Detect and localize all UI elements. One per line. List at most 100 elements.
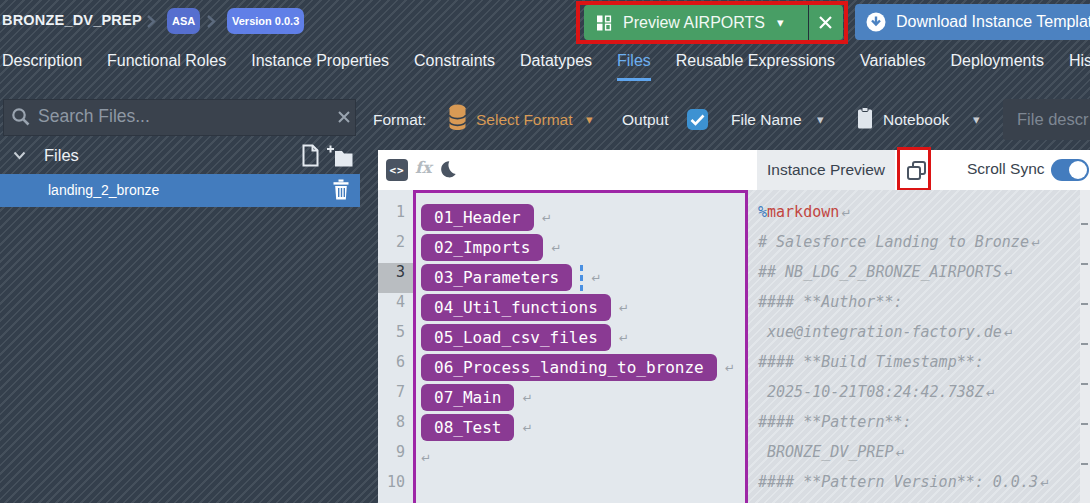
breadcrumb-chevron-icon	[146, 14, 156, 29]
line-number-2: 2	[378, 233, 413, 263]
line-number-3: 3	[378, 263, 413, 293]
tab-datatypes[interactable]: Datatypes	[520, 50, 592, 81]
cell-pill-06_process_landing_to_bronze[interactable]: 06_Process_landing_to_bronze	[421, 354, 717, 381]
clipboard-icon	[857, 107, 873, 129]
scroll-sync-toggle[interactable]	[1051, 159, 1089, 181]
preview-line-2: # Salesforce Landing to Bronze↵	[758, 233, 1041, 263]
chevron-down-icon: ▾	[973, 112, 980, 127]
code-line-2: 02_Imports ↵	[421, 234, 561, 261]
tab-constraints[interactable]: Constraints	[414, 50, 495, 81]
cell-pill-05_load_csv_files[interactable]: 05_Load_csv_files	[421, 324, 611, 351]
preview-token: #### **Pattern Version**: 0.0.3	[758, 473, 1038, 491]
file-name-dropdown[interactable]: File Name	[731, 111, 802, 129]
code-line-6: 06_Process_landing_to_bronze ↵	[421, 354, 735, 381]
return-symbol: ↵	[725, 361, 735, 375]
download-instance-template-button[interactable]: Download Instance Template	[855, 4, 1090, 40]
scrollbar-mark	[1081, 423, 1088, 425]
scrollbar-mark	[1081, 343, 1088, 345]
line-number-9: 9	[378, 443, 413, 473]
select-format-dropdown[interactable]: Select Format	[476, 111, 572, 129]
files-tree-root[interactable]: Files	[44, 146, 79, 165]
new-file-icon[interactable]	[301, 144, 320, 167]
return-symbol: ↵	[841, 206, 851, 220]
scrollbar-mark	[1081, 463, 1088, 465]
cell-pill-03_parameters[interactable]: 03_Parameters	[421, 264, 572, 291]
file-description-placeholder: File descr	[1017, 110, 1089, 129]
preview-line-7: 2025-10-21T08:24:42.738Z↵	[758, 383, 996, 413]
download-icon	[865, 11, 887, 33]
preview-scrollbar[interactable]	[1080, 190, 1090, 503]
new-folder-icon[interactable]	[326, 145, 353, 167]
badge-version: Version 0.0.3	[227, 8, 304, 34]
chevron-down-icon: ▾	[586, 112, 593, 127]
return-symbol: ↵	[895, 446, 905, 460]
return-symbol: ↵	[1004, 266, 1014, 280]
cell-pill-04_util_functions[interactable]: 04_Util_functions	[421, 294, 611, 321]
preview-token: 2025-10-21T08:24:42.738Z	[758, 383, 984, 401]
function-icon[interactable]: fx	[415, 158, 431, 177]
dark-mode-moon-icon[interactable]	[437, 159, 458, 180]
cell-pill-01_header[interactable]: 01_Header	[421, 204, 534, 231]
scrollbar-mark	[1081, 383, 1088, 385]
breadcrumb-title[interactable]: BRONZE_DV_PREP	[2, 12, 142, 28]
preview-token: BRONZE_DV_PREP	[758, 443, 893, 461]
tab-functional-roles[interactable]: Functional Roles	[107, 50, 226, 81]
notebook-dropdown[interactable]: Notebook	[883, 111, 949, 129]
preview-token: #### **Build Timestamp**:	[758, 353, 984, 371]
trash-icon[interactable]	[332, 179, 350, 200]
page: BRONZE_DV_PREP ASA Version 0.0.3 Preview…	[0, 0, 1090, 503]
code-line-3: 03_Parameters↵	[421, 264, 601, 291]
code-editor[interactable]: 01_Header↵02_Imports↵03_Parameters↵04_Ut…	[413, 190, 748, 503]
return-symbol: ↵	[551, 241, 561, 255]
return-symbol: ↵	[421, 451, 431, 465]
line-number-4: 4	[378, 293, 413, 323]
instance-preview-tab[interactable]: Instance Preview	[757, 150, 895, 190]
return-symbol: ↵	[986, 386, 996, 400]
line-number-7: 7	[378, 383, 413, 413]
check-icon	[690, 114, 705, 126]
cell-pill-08_test[interactable]: 08_Test	[421, 414, 514, 441]
code-line-8: 08_Test ↵	[421, 414, 533, 441]
preview-token: %	[758, 203, 767, 221]
text-cursor	[580, 265, 583, 291]
tab-files[interactable]: Files	[617, 50, 651, 81]
line-number-1: 1	[378, 203, 413, 233]
tab-reusable-expressions[interactable]: Reusable Expressions	[676, 50, 835, 81]
code-line-7: 07_Main ↵	[421, 384, 533, 411]
chevron-down-icon[interactable]	[13, 151, 26, 160]
return-symbol: ↵	[542, 211, 552, 225]
tab-variables[interactable]: Variables	[860, 50, 926, 81]
tab-history[interactable]: History	[1069, 50, 1090, 81]
scrollbar-mark	[1081, 223, 1088, 225]
return-symbol: ↵	[1040, 476, 1050, 490]
code-line-1: 01_Header ↵	[421, 204, 552, 231]
code-line-4: 04_Util_functions↵	[421, 294, 629, 321]
scrollbar-mark	[1081, 303, 1088, 305]
chevron-down-icon: ▾	[817, 112, 824, 127]
preview-line-3: ## NB_LDG_2_BRONZE_AIRPORTS↵	[758, 263, 1014, 293]
return-symbol: ↵	[619, 331, 629, 345]
preview-token: # Salesforce Landing to Bronze	[758, 233, 1029, 251]
output-checkbox[interactable]	[687, 109, 708, 130]
code-snippet-icon[interactable]: <>	[386, 159, 408, 181]
return-symbol: ↵	[522, 391, 532, 405]
preview-token: markdown	[767, 203, 839, 221]
return-symbol: ↵	[522, 421, 532, 435]
breadcrumb-chevron-icon	[206, 14, 216, 29]
cell-pill-02_imports[interactable]: 02_Imports	[421, 234, 543, 261]
tab-instance-properties[interactable]: Instance Properties	[251, 50, 389, 81]
clear-search-icon[interactable]	[337, 110, 351, 124]
tab-description[interactable]: Description	[2, 50, 82, 81]
code-line-9: ↵	[421, 444, 431, 471]
cell-pill-07_main[interactable]: 07_Main	[421, 384, 514, 411]
preview-line-8: #### **Pattern**:	[758, 413, 912, 443]
tab-deployments[interactable]: Deployments	[951, 50, 1044, 81]
line-number-10: 10	[378, 473, 413, 503]
preview-token: xue@integration-factory.de	[758, 323, 1002, 341]
line-number-gutter: 12345678910	[378, 190, 413, 503]
database-icon	[449, 104, 466, 131]
return-symbol: ↵	[1031, 236, 1041, 250]
download-button-label: Download Instance Template	[896, 13, 1090, 31]
preview-token: #### **Pattern**:	[758, 413, 912, 431]
toggle-knob	[1069, 161, 1087, 179]
